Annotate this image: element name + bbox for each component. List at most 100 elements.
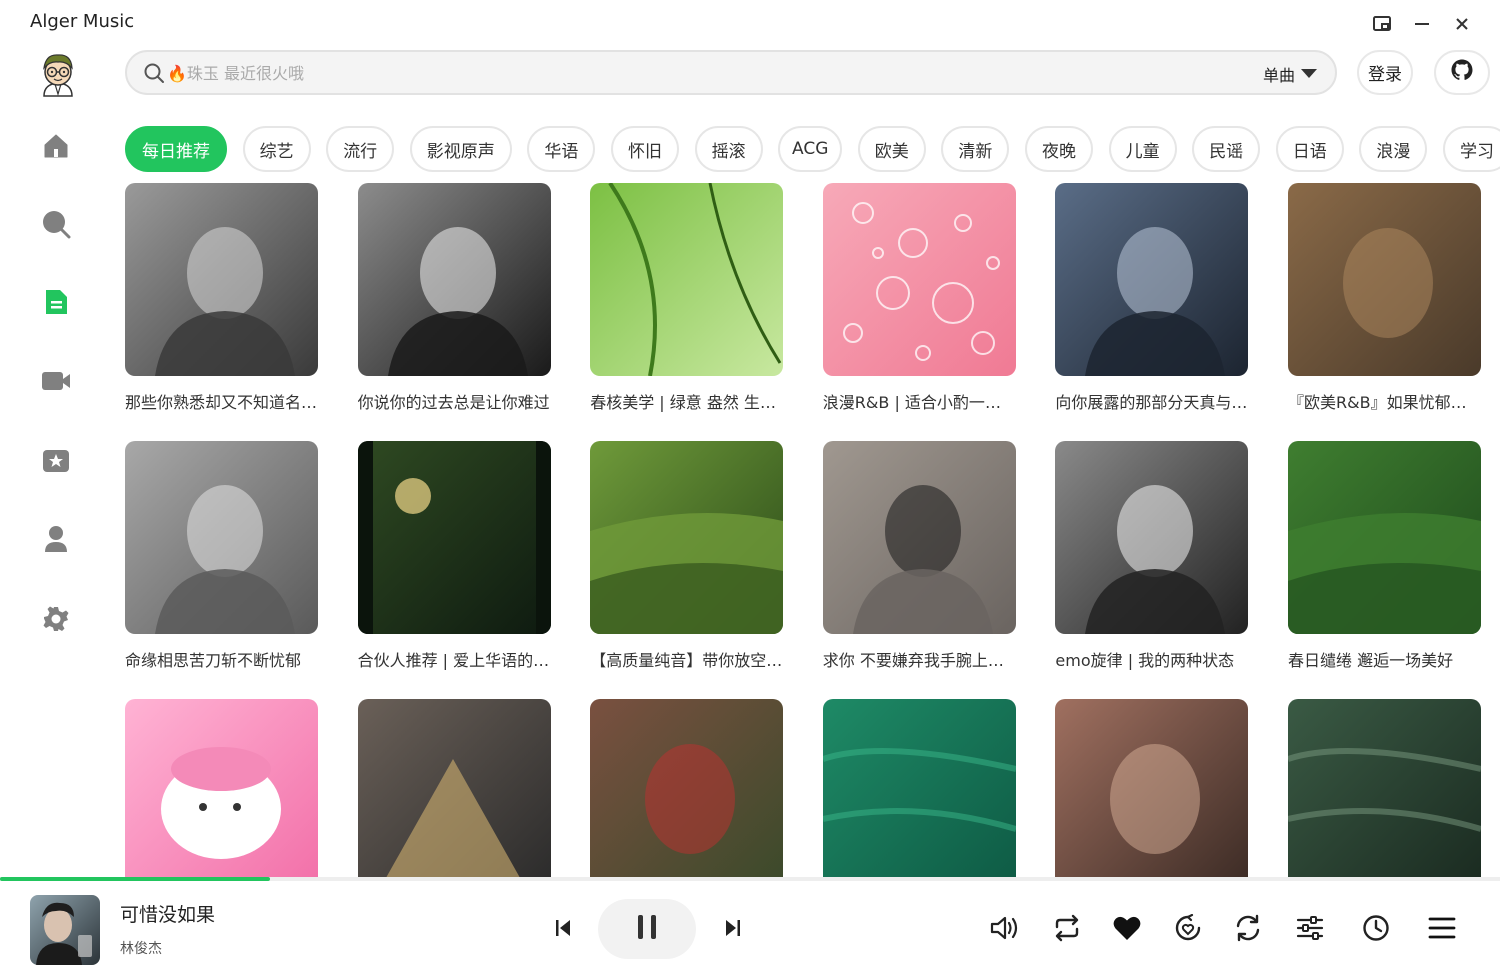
nav-playlist[interactable] [38,286,74,322]
heart-icon [1112,914,1142,946]
refresh-icon [1234,914,1262,946]
avatar[interactable] [36,50,80,98]
minimize-icon[interactable] [1410,12,1434,36]
playlist-title[interactable]: 【高质量纯音】带你放空自己 [590,647,783,671]
chevron-down-icon[interactable] [1301,69,1317,78]
playlist-card[interactable]: 浪漫R&B | 适合小酌一杯的夜晚 [822,183,1016,413]
playlist-cover[interactable] [125,699,318,877]
volume-button[interactable] [987,913,1023,947]
category-chip[interactable]: 每日推荐 [125,126,227,172]
playlist-title[interactable]: 你说你的过去总是让你难过 [358,389,551,413]
category-chip[interactable]: 学习 [1443,126,1500,172]
playlist-card[interactable]: emo旋律 | 我的两种状态 [1055,441,1249,671]
playlist-title[interactable]: 春核美学 | 绿意 盎然 生机勃勃 [590,389,783,413]
playlist-grid: 那些你熟悉却又不知道名字的歌 你说你的过去总是让你难过 春核美学 | 绿意 盎然 生… [125,183,1500,877]
search-type-select[interactable]: 单曲 [1263,62,1295,86]
playlist-cover[interactable] [1288,699,1481,877]
category-chip[interactable]: 欧美 [857,126,926,172]
playlist-cover[interactable] [1288,441,1481,634]
playlist-cover[interactable] [1055,699,1249,877]
playlist-cover[interactable] [822,183,1016,376]
playlist-card[interactable]: 那些你熟悉却又不知道名字的歌 [125,183,318,413]
category-chip[interactable]: 流行 [326,126,395,172]
playlist-card[interactable]: 命缘相思苦刀斩不断忧郁 [125,441,318,671]
playlist-menu-button[interactable] [1424,913,1460,947]
like-button[interactable] [1109,913,1145,947]
playlist-cover[interactable] [357,699,551,877]
category-chip[interactable]: 浪漫 [1359,126,1428,172]
playlist-cover[interactable] [1055,183,1249,376]
heart-mode-button[interactable] [1170,913,1206,947]
playlist-title[interactable]: 合伙人推荐 | 爱上华语的理由 [358,647,551,671]
playlist-cover[interactable] [125,183,318,376]
playlist-card[interactable] [822,699,1016,877]
mini-player-icon[interactable] [1370,12,1394,36]
playlist-card[interactable]: 求你 不要嫌弃我手腕上的伤 [822,441,1016,671]
prev-button[interactable] [548,915,578,945]
playlist-cover[interactable] [357,441,551,634]
playlist-card[interactable]: 你说你的过去总是让你难过 [357,183,551,413]
playlist-card[interactable]: 春核美学 | 绿意 盎然 生机勃勃 [590,183,784,413]
playlist-cover[interactable] [357,183,551,376]
playlist-title[interactable]: emo旋律 | 我的两种状态 [1055,647,1248,671]
playlist-title[interactable]: 命缘相思苦刀斩不断忧郁 [125,647,318,671]
playlist-title[interactable]: 浪漫R&B | 适合小酌一杯的夜晚 [823,389,1016,413]
category-chip[interactable]: 清新 [941,126,1010,172]
playlist-cover[interactable] [590,699,784,877]
category-chip[interactable]: 怀旧 [611,126,679,172]
login-button[interactable]: 登录 [1357,50,1413,95]
playlist-title[interactable]: 春日缱绻 邂逅一场美好 [1288,647,1481,671]
playlist-card[interactable] [125,699,318,877]
reload-button[interactable] [1230,913,1266,947]
github-button[interactable] [1434,50,1490,95]
equalizer-button[interactable] [1292,913,1328,947]
app-window: Alger Music 🔥珠玉 最近很火哦 单曲 登录 每日推荐 综艺 流行 影… [0,0,1500,975]
playlist-card[interactable]: 『欧美R&B』如果忧郁有声音 [1288,183,1481,413]
category-chip[interactable]: 儿童 [1108,126,1177,172]
playlist-cover[interactable] [125,441,318,634]
nav-settings[interactable] [38,603,74,639]
playlist-cover[interactable] [1055,441,1249,634]
next-button[interactable] [718,915,748,945]
search-input[interactable] [167,58,1167,88]
nav-user[interactable] [38,523,74,559]
nav-favorite[interactable] [38,444,74,480]
playlist-title[interactable]: 那些你熟悉却又不知道名字的歌 [125,389,318,413]
playlist-card[interactable] [357,699,551,877]
category-chip[interactable]: 华语 [527,126,596,172]
song-artist[interactable]: 林俊杰 [120,938,162,958]
nav-home[interactable] [38,130,74,166]
playlist-card[interactable]: 【高质量纯音】带你放空自己 [590,441,784,671]
playlist-card[interactable] [1288,699,1481,877]
nav-search[interactable] [38,208,74,244]
user-icon [43,524,69,558]
playlist-cover[interactable] [1288,183,1481,376]
menu-icon [1428,916,1456,944]
category-chip[interactable]: 综艺 [242,126,311,172]
playlist-cover[interactable] [590,441,784,634]
nav-mv[interactable] [38,365,74,401]
category-chip[interactable]: 日语 [1275,126,1344,172]
category-chip[interactable]: 影视原声 [409,126,512,172]
category-chip[interactable]: 民谣 [1192,126,1261,172]
category-chip[interactable]: 摇滚 [694,126,763,172]
playlist-title[interactable]: 『欧美R&B』如果忧郁有声音 [1288,389,1481,413]
playlist-cover[interactable] [822,441,1016,634]
playlist-card[interactable]: 合伙人推荐 | 爱上华语的理由 [357,441,551,671]
repeat-button[interactable] [1049,913,1085,947]
history-button[interactable] [1358,913,1394,947]
playlist-title[interactable]: 求你 不要嫌弃我手腕上的伤 [823,647,1016,671]
category-chip[interactable]: ACG [778,126,843,172]
song-cover[interactable] [30,895,100,965]
playlist-card[interactable] [590,699,784,877]
pause-icon [635,913,659,945]
playlist-title[interactable]: 向你展露的那部分天真与温柔 [1055,389,1248,413]
playlist-cover[interactable] [590,183,784,376]
playlist-card[interactable]: 向你展露的那部分天真与温柔 [1055,183,1249,413]
playlist-cover[interactable] [822,699,1016,877]
close-icon[interactable] [1450,12,1474,36]
play-pause-button[interactable] [598,899,696,959]
playlist-card[interactable]: 春日缱绻 邂逅一场美好 [1288,441,1481,671]
category-chip[interactable]: 夜晚 [1025,126,1093,172]
playlist-card[interactable] [1055,699,1249,877]
